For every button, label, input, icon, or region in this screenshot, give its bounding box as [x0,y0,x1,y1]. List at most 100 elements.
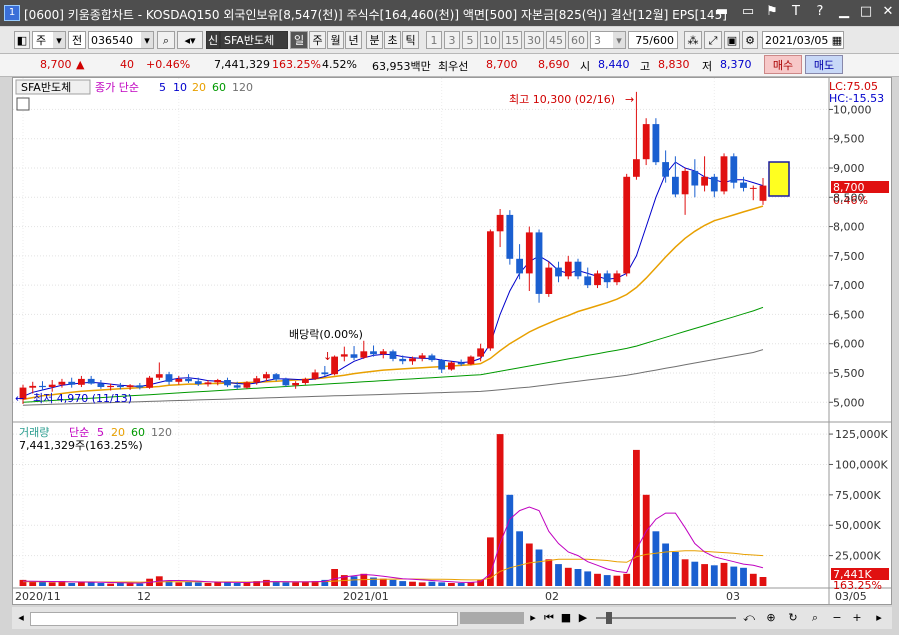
zoom-reset-icon[interactable]: ⤺ [740,610,758,626]
maximize-icon[interactable]: □ [858,4,874,20]
high-arrow-icon: → [625,93,634,106]
close-icon[interactable]: ✕ [880,4,896,20]
vol-ma5-legend: 5 [97,426,104,439]
minute-1-button[interactable]: 1 [426,31,442,49]
save-icon[interactable]: ▣ [724,31,740,49]
candle [672,176,679,195]
count-select[interactable]: 3 ▾ [590,31,626,49]
range-display[interactable]: 75/600 [628,31,678,49]
candle [740,182,747,188]
market-select[interactable]: 전 [68,31,86,49]
period-tick-button[interactable]: 틱 [402,31,419,49]
high-label: 고 [640,60,651,73]
minute-15-button[interactable]: 15 [502,31,522,49]
chart-tool-icon[interactable]: ⤢ [704,31,722,49]
candle [477,348,484,357]
zoom-slider-handle[interactable] [606,612,612,624]
chart-arrange-icon[interactable]: ⁂ [684,31,702,49]
period-day-button[interactable]: 일 [290,31,308,49]
scroll-right-icon[interactable]: ▸ [526,611,540,625]
period-year-button[interactable]: 년 [345,31,362,49]
chart-canvas[interactable]: SFA반도체 종가 단순 5 10 20 60 120 LC:75.05 HC:… [13,78,891,604]
candle [652,124,660,163]
minute-5-button[interactable]: 5 [462,31,478,49]
candle [613,273,621,283]
y-tick: 7,500 [833,250,865,263]
current-candle-highlight[interactable] [768,161,790,197]
candle [525,232,533,274]
x-tick: 03 [726,590,740,603]
font-icon[interactable]: T [788,4,804,20]
minute-60-button[interactable]: 60 [568,31,588,49]
volume-bar [525,543,533,586]
minute-10-button[interactable]: 10 [480,31,500,49]
period-type-select[interactable]: 주 ▾ [32,31,66,49]
candle [516,258,523,274]
date-input[interactable]: 2021/03/05 ▦ [762,31,844,49]
candle [58,381,66,385]
minus-icon[interactable]: − [828,610,846,626]
expand-icon[interactable]: ▸ [870,610,888,626]
minute-30-button[interactable]: 30 [524,31,544,49]
price-change-pct: +0.46% [146,58,191,71]
volume-bar [48,582,56,586]
volume-bar [136,583,144,586]
play-icon[interactable]: ▶ [576,610,590,626]
candle [165,374,173,382]
dividend-annotation: 배당락(0.00%) [289,328,363,341]
plus-icon[interactable]: + [848,610,866,626]
candle [389,351,397,359]
volume-bar [720,562,728,586]
candle [87,378,95,384]
signal-badge[interactable]: 신 [206,31,220,49]
calendar-icon[interactable]: ▦ [831,32,843,48]
x-tick: 02 [545,590,559,603]
window-layout-icon[interactable]: ▬ [714,4,730,20]
volume-bar [126,583,134,586]
candle [457,362,465,365]
chart-area[interactable]: SFA반도체 종가 단순 5 10 20 60 120 LC:75.05 HC:… [12,77,892,605]
period-second-button[interactable]: 초 [384,31,401,49]
refresh-icon[interactable]: ↻ [784,610,802,626]
scroll-left-icon[interactable]: ◂ [14,611,28,625]
candle [720,156,728,192]
settings-icon[interactable]: ⚙ [742,31,758,49]
search-icon[interactable]: ⌕ [157,31,175,49]
sell-button[interactable]: 매도 [805,55,843,74]
minute-3-button[interactable]: 3 [444,31,460,49]
volume-bar [633,449,640,586]
period-minute-button[interactable]: 분 [366,31,383,49]
y-tick: 5,500 [833,367,865,380]
candle [535,232,543,294]
grid-toggle-icon[interactable] [16,97,30,111]
ma20-legend: 20 [192,81,206,94]
window-tile-icon[interactable]: ▭ [740,4,756,20]
period-week-button[interactable]: 주 [309,31,326,49]
volume-bar [623,573,631,586]
navigation-bar: ◂ ▸ ⏮ ■ ▶ ⤺ ⊕ ↻ ⌕ − + ▸ [12,607,892,629]
volume-bar [399,581,407,586]
help-icon[interactable]: ? [812,4,828,20]
volume-bar [740,567,747,586]
first-icon[interactable]: ⏮ [542,610,556,626]
low-label: 저 [702,60,713,73]
minute-45-button[interactable]: 45 [546,31,566,49]
period-month-button[interactable]: 월 [327,31,344,49]
x-tick: 2021/01 [343,590,389,603]
buy-button[interactable]: 매수 [764,55,802,74]
flag-icon[interactable]: ⚑ [764,4,780,20]
crosshair-icon[interactable]: ⊕ [762,610,780,626]
vol-y-tick: 100,000K [835,458,888,471]
candle [574,261,582,277]
scroll-track[interactable] [30,612,458,626]
stock-code-input[interactable]: 036540 ▾ [88,31,154,49]
magnify-icon[interactable]: ⌕ [806,610,824,626]
layout-toggle-icon[interactable]: ◧ [14,31,30,49]
minimize-icon[interactable]: ▁ [836,4,852,20]
zoom-slider[interactable] [596,612,736,624]
scroll-thumb[interactable] [460,612,524,624]
stop-icon[interactable]: ■ [559,610,573,626]
speaker-icon[interactable]: ◂▾ [177,31,203,49]
candle [272,374,280,380]
window-title: [0600] 키움종합차트 - KOSDAQ150 외국인보유[8,547(천)… [24,8,727,22]
